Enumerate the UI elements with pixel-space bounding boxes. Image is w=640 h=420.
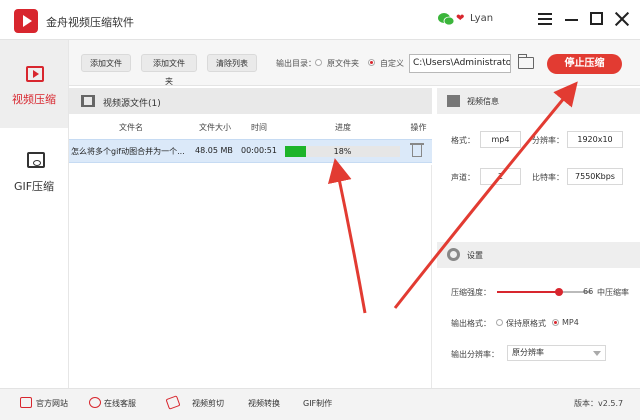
radio-source-folder-label: 原文件夹 — [327, 59, 359, 68]
gear-icon — [447, 248, 460, 261]
video-icon — [26, 66, 44, 82]
gif-icon — [27, 152, 45, 168]
file-name-cell: 怎么将多个gif动图合并为一个... — [71, 147, 185, 156]
channel-value: 2 — [480, 168, 521, 185]
radio-mp4-label: MP4 — [562, 318, 579, 327]
username[interactable]: Lyan — [470, 13, 493, 24]
strength-slider[interactable] — [497, 288, 591, 296]
radio-source-folder[interactable] — [315, 59, 322, 66]
video-convert-link[interactable]: 视频转换 — [248, 398, 280, 409]
output-path-input[interactable]: C:\Users\Administrator\ — [409, 54, 511, 73]
column-header[interactable]: 操作 — [405, 122, 432, 133]
resolution-value: 1920x10 — [567, 131, 623, 148]
file-list-header: 视频源文件(1) — [69, 88, 432, 114]
online-service-link[interactable]: 在线客服 — [104, 398, 136, 409]
maximize-icon[interactable] — [588, 10, 606, 28]
official-site-link[interactable]: 官方网站 — [36, 398, 68, 409]
stop-compress-button[interactable]: 停止压缩 — [547, 54, 622, 74]
settings-title: 设置 — [467, 251, 483, 260]
format-label: 格式： — [451, 136, 475, 145]
delete-icon[interactable] — [410, 143, 424, 157]
video-info-panel: 视频信息 格式： mp4 分辨率： 1920x10 声道： 2 比特率： 755… — [437, 88, 640, 238]
chevron-down-icon — [593, 351, 601, 356]
film-icon — [81, 95, 95, 107]
format-value: mp4 — [480, 131, 521, 148]
settings-panel: 设置 压缩强度： 66 中压缩率 输出格式： 保持原格式 MP4 输出分辨率： … — [437, 240, 640, 388]
slider-fill — [497, 291, 559, 293]
wechat-icon[interactable] — [438, 12, 454, 26]
video-cut-link[interactable]: 视频剪切 — [192, 398, 224, 409]
sidebar-item-label: GIF压缩 — [13, 180, 55, 193]
resolution-label: 分辨率： — [532, 136, 564, 145]
radio-keep-format-label: 保持原格式 — [506, 319, 546, 328]
column-header[interactable]: 文件大小 — [193, 122, 237, 133]
add-file-button[interactable]: 添加文件 — [81, 54, 131, 72]
version-label: 版本：v2.5.7 — [574, 399, 624, 408]
radio-mp4[interactable] — [552, 319, 559, 326]
video-info-header: 视频信息 — [437, 88, 640, 114]
minimize-icon[interactable] — [563, 10, 581, 28]
output-resolution-value: 原分辨率 — [512, 348, 544, 357]
file-list-title: 视频源文件(1) — [103, 99, 161, 109]
folder-icon[interactable] — [518, 54, 534, 69]
output-resolution-label: 输出分辨率： — [451, 350, 499, 359]
add-folder-button[interactable]: 添加文件夹 — [141, 54, 197, 86]
toolbar: 添加文件 添加文件夹 清除列表 输出目录： 原文件夹 自定义 C:\Users\… — [69, 40, 640, 86]
column-header[interactable]: 文件名 — [69, 122, 193, 133]
strength-label: 压缩强度： — [451, 288, 491, 297]
scissors-icon — [165, 395, 181, 410]
sidebar-item-video-compress[interactable]: 视频压缩 — [0, 40, 68, 128]
info-film-icon — [447, 95, 460, 107]
strength-desc: 中压缩率 — [597, 288, 629, 297]
app-title: 金舟视频压缩软件 — [46, 16, 134, 29]
table-row[interactable]: 怎么将多个gif动图合并为一个... 48.05 MB 00:00:51 18% — [69, 139, 432, 163]
table-header: 文件名 文件大小 时间 进度 操作 — [69, 116, 432, 138]
bitrate-value: 7550Kbps — [567, 168, 623, 185]
app-logo-icon — [14, 9, 38, 33]
file-list-area — [69, 165, 432, 388]
close-icon[interactable] — [613, 10, 631, 28]
menu-icon[interactable] — [536, 10, 554, 28]
column-header[interactable]: 进度 — [281, 122, 405, 133]
column-header[interactable]: 时间 — [237, 122, 281, 133]
file-size-cell: 48.05 MB — [195, 146, 233, 155]
bitrate-label: 比特率： — [532, 173, 564, 182]
footer: 官方网站 在线客服 视频剪切 视频转换 GIF制作 版本：v2.5.7 — [0, 388, 640, 420]
radio-custom-folder[interactable] — [368, 59, 375, 66]
video-info-title: 视频信息 — [467, 97, 499, 106]
monitor-icon — [20, 397, 32, 408]
user-service-icon — [89, 397, 101, 408]
channel-label: 声道： — [451, 173, 475, 182]
file-time-cell: 00:00:51 — [241, 146, 277, 155]
title-bar: 金舟视频压缩软件 ❤ Lyan — [0, 0, 640, 40]
sidebar-item-gif-compress[interactable]: GIF压缩 — [0, 132, 68, 220]
sidebar: 视频压缩 GIF压缩 — [0, 40, 69, 388]
vip-heart-icon: ❤ — [456, 13, 465, 24]
gif-make-link[interactable]: GIF制作 — [303, 398, 332, 409]
output-dir-label: 输出目录： — [276, 59, 316, 68]
strength-value: 66 — [583, 287, 594, 296]
slider-thumb[interactable] — [555, 288, 563, 296]
settings-header: 设置 — [437, 242, 640, 268]
sidebar-item-label: 视频压缩 — [12, 93, 56, 106]
progress-text: 18% — [333, 147, 352, 156]
output-resolution-select[interactable]: 原分辨率 — [507, 345, 606, 361]
radio-custom-folder-label: 自定义 — [380, 59, 404, 68]
output-format-label: 输出格式： — [451, 319, 491, 328]
progress-bar: 18% — [285, 146, 400, 157]
radio-keep-format[interactable] — [496, 319, 503, 326]
clear-list-button[interactable]: 清除列表 — [207, 54, 257, 72]
